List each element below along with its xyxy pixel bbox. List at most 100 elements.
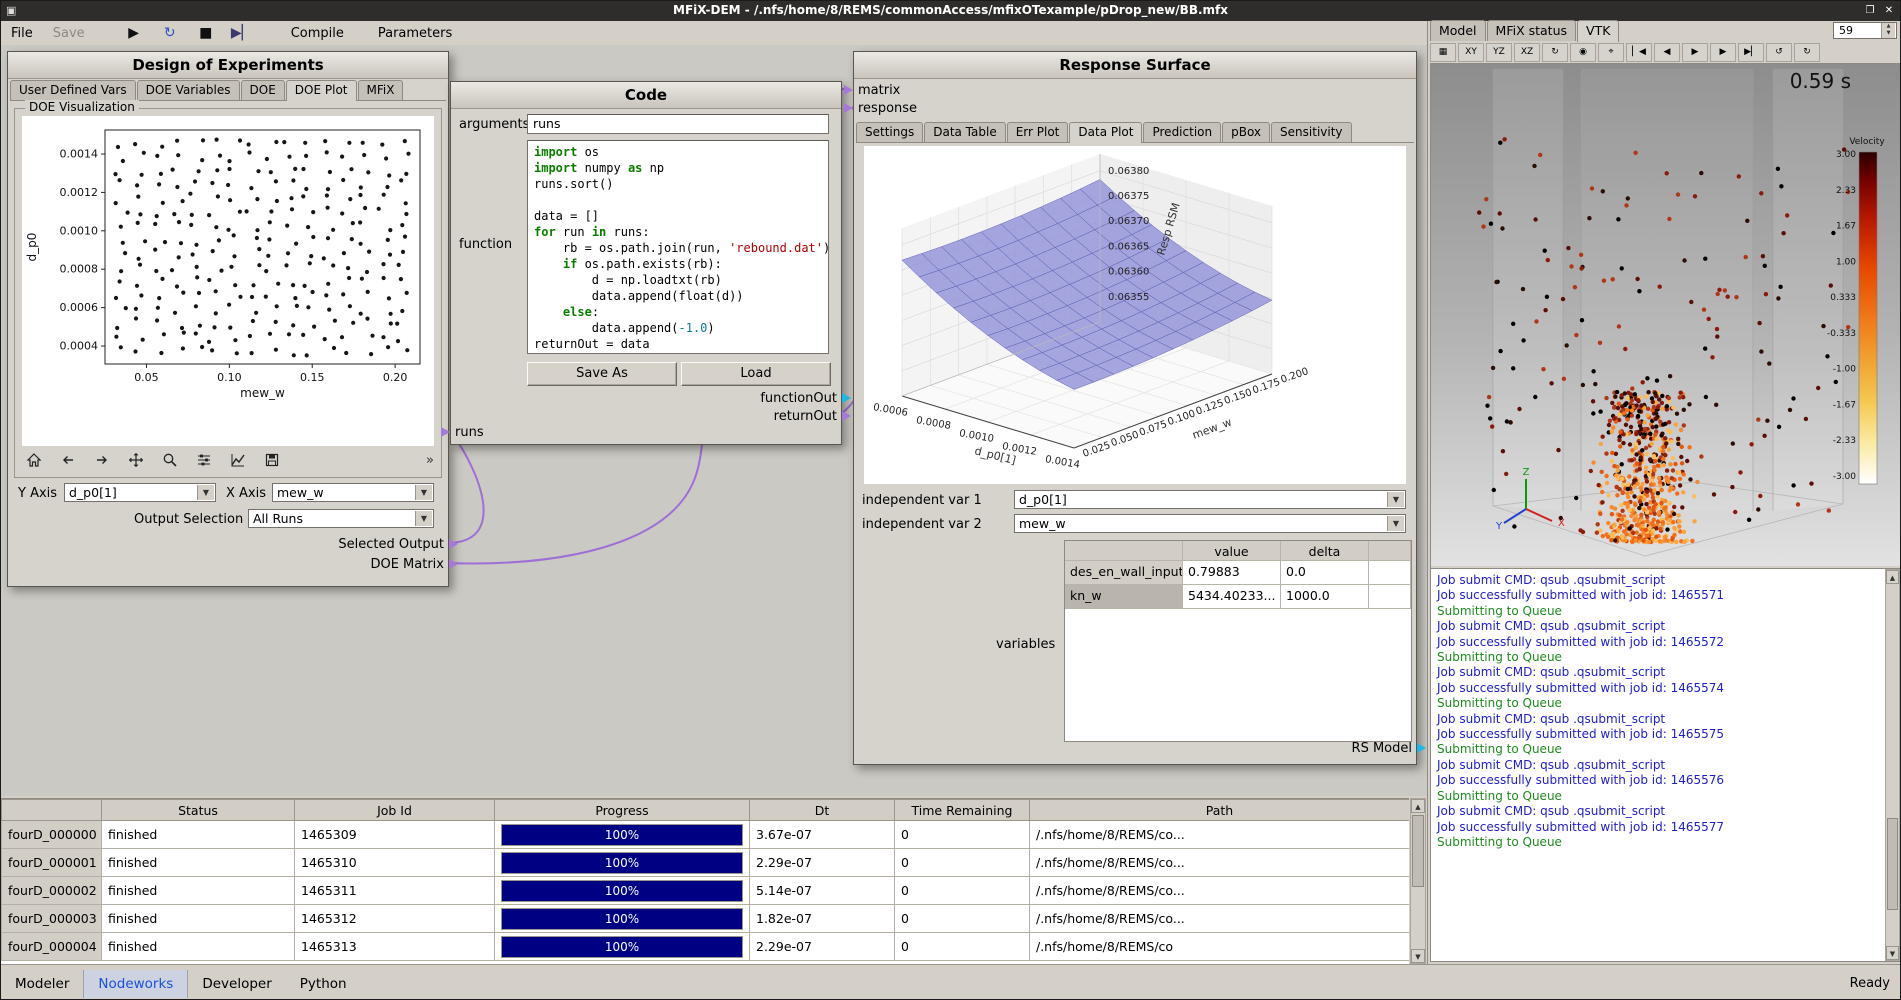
row-header[interactable]: fourD_000002 — [2, 877, 102, 905]
zoom-icon[interactable] — [158, 449, 182, 471]
pan-icon[interactable] — [124, 449, 148, 471]
tab-data-plot[interactable]: Data Plot — [1069, 122, 1142, 143]
tab-doe-plot[interactable]: DOE Plot — [286, 80, 357, 101]
tab-settings[interactable]: Settings — [856, 122, 923, 142]
tab-model[interactable]: Model — [1430, 20, 1486, 41]
chevron-down-icon[interactable]: ▼ — [197, 485, 214, 500]
home-icon[interactable] — [22, 449, 46, 471]
table-row[interactable]: des_en_wall_input0.798830.0 — [1065, 561, 1411, 585]
chevron-down-icon[interactable]: ▼ — [415, 511, 432, 526]
column-header-path[interactable]: Path — [1030, 800, 1410, 821]
table-row[interactable]: fourD_000001finished1465310100%2.29e-070… — [2, 849, 1410, 877]
arguments-input[interactable]: runs — [527, 114, 829, 134]
prev-frame-button[interactable]: ◀ — [1654, 43, 1680, 62]
row-header[interactable]: fourD_000000 — [2, 821, 102, 849]
selected-output-pin[interactable] — [449, 539, 458, 549]
refresh-button[interactable]: ↻ — [1794, 43, 1820, 62]
tab-user-defined-vars[interactable]: User Defined Vars — [10, 80, 136, 100]
scroll-up-icon[interactable]: ▲ — [1411, 799, 1425, 813]
return-out-port[interactable]: returnOut — [774, 408, 835, 424]
matrix-pin[interactable] — [844, 85, 853, 95]
mode-tab-nodeworks[interactable]: Nodeworks — [83, 970, 188, 998]
rotate-right-button[interactable]: ↻ — [1542, 43, 1568, 62]
function-out-port[interactable]: functionOut — [760, 390, 835, 406]
back-icon[interactable] — [56, 449, 80, 471]
response-surface-node[interactable]: Response Surface matrix response Setting… — [853, 51, 1417, 765]
forward-icon[interactable] — [90, 449, 114, 471]
axes-style-icon[interactable] — [226, 449, 250, 471]
doe-matrix-port[interactable]: DOE Matrix — [370, 556, 442, 572]
code-node[interactable]: Code arguments runs import osimport nump… — [450, 81, 842, 445]
function-out-pin[interactable] — [842, 393, 851, 403]
jobs-scroll-thumb[interactable] — [1412, 815, 1424, 887]
chevron-down-icon[interactable]: ▼ — [1387, 492, 1404, 507]
rs-model-port[interactable]: RS Model — [1352, 740, 1410, 756]
scroll-up-icon[interactable]: ▲ — [1886, 570, 1899, 584]
last-frame-button[interactable]: ▶▏ — [1738, 43, 1764, 62]
tab-sensitivity[interactable]: Sensitivity — [1271, 122, 1351, 142]
tab-err-plot[interactable]: Err Plot — [1007, 122, 1069, 142]
frame-spinbox[interactable]: 59 ▲▼ — [1833, 22, 1897, 39]
matrix-port[interactable]: matrix — [860, 82, 900, 98]
mode-tab-python[interactable]: Python — [286, 970, 361, 998]
mode-tab-developer[interactable]: Developer — [188, 970, 285, 998]
tab-doe-variables[interactable]: DOE Variables — [137, 80, 240, 100]
delta-cell[interactable]: 1000.0 — [1281, 585, 1369, 609]
run-button[interactable]: ▶ — [123, 25, 145, 41]
save-icon[interactable] — [260, 449, 284, 471]
menu-compile[interactable]: Compile — [281, 23, 354, 44]
table-row[interactable]: fourD_000004finished1465313100%2.29e-070… — [2, 933, 1410, 961]
value-cell[interactable]: 0.79883 — [1183, 561, 1281, 585]
return-out-pin[interactable] — [842, 411, 851, 421]
output-selection-combo[interactable]: All Runs ▼ — [248, 509, 434, 528]
tab-prediction[interactable]: Prediction — [1143, 122, 1221, 142]
doe-node[interactable]: Design of Experiments User Defined VarsD… — [7, 51, 449, 587]
row-header[interactable]: kn_w — [1065, 585, 1183, 609]
step-button[interactable]: ▶▏ — [231, 25, 253, 41]
function-code-editor[interactable]: import osimport numpy as npruns.sort() d… — [527, 140, 829, 354]
column-header-dt[interactable]: Dt — [750, 800, 895, 821]
doe-matrix-pin[interactable] — [449, 559, 458, 569]
rs-model-pin[interactable] — [1417, 743, 1426, 753]
load-button[interactable]: Load — [681, 362, 831, 386]
jobs-scrollbar[interactable]: ▲ ▼ — [1410, 798, 1426, 964]
response-pin[interactable] — [844, 103, 853, 113]
jobs-table[interactable]: StatusJob IdProgressDtTime RemainingPath… — [1, 799, 1409, 961]
save-as-button[interactable]: Save As — [527, 362, 677, 386]
scroll-down-icon[interactable]: ▼ — [1411, 949, 1425, 963]
view-yz-button[interactable]: YZ — [1486, 43, 1512, 62]
table-row[interactable]: fourD_000003finished1465312100%1.82e-070… — [2, 905, 1410, 933]
value-cell[interactable]: 5434.40233... — [1183, 585, 1281, 609]
tab-data-table[interactable]: Data Table — [924, 122, 1006, 142]
fit-view-button[interactable]: ▦ — [1430, 43, 1456, 62]
y-axis-combo[interactable]: d_p0[1] ▼ — [64, 483, 216, 502]
view-xz-button[interactable]: XZ — [1514, 43, 1540, 62]
view-xy-button[interactable]: XY — [1458, 43, 1484, 62]
row-header[interactable]: des_en_wall_input — [1065, 561, 1183, 585]
column-header-time-remaining[interactable]: Time Remaining — [895, 800, 1030, 821]
table-row[interactable]: fourD_000002finished1465311100%5.14e-070… — [2, 877, 1410, 905]
row-header[interactable]: fourD_000003 — [2, 905, 102, 933]
first-frame-button[interactable]: ▏◀ — [1626, 43, 1652, 62]
scroll-down-icon[interactable]: ▼ — [1886, 946, 1899, 960]
row-header[interactable]: fourD_000001 — [2, 849, 102, 877]
table-row[interactable]: kn_w5434.40233...1000.0 — [1065, 585, 1411, 609]
next-frame-button[interactable]: ▶ — [1710, 43, 1736, 62]
maximize-button[interactable]: ❐ — [1862, 3, 1878, 18]
log-scroll-thumb[interactable] — [1887, 818, 1898, 910]
target-button[interactable]: ⌖ — [1598, 43, 1624, 62]
log-scrollbar[interactable]: ▲ ▼ — [1885, 569, 1900, 961]
runs-pin[interactable] — [441, 427, 450, 437]
column-header-progress[interactable]: Progress — [495, 800, 750, 821]
independent-var-2-combo[interactable]: mew_w ▼ — [1014, 514, 1406, 533]
tab-mfix-status[interactable]: MFiX status — [1487, 20, 1576, 41]
vtk-3d-view[interactable]: Velocity3.002.331.671.000.333-0.333-1.00… — [1430, 63, 1901, 569]
table-row[interactable]: fourD_000000finished1465309100%3.67e-070… — [2, 821, 1410, 849]
row-header[interactable]: fourD_000004 — [2, 933, 102, 961]
toolbar-overflow-chevron[interactable]: » — [426, 453, 434, 468]
chevron-down-icon[interactable]: ▼ — [415, 485, 432, 500]
runs-port[interactable]: runs — [457, 424, 484, 440]
nodeworks-canvas[interactable]: Design of Experiments User Defined VarsD… — [1, 45, 1427, 796]
chevron-down-icon[interactable]: ▼ — [1387, 516, 1404, 531]
menu-file[interactable]: File — [1, 23, 43, 44]
